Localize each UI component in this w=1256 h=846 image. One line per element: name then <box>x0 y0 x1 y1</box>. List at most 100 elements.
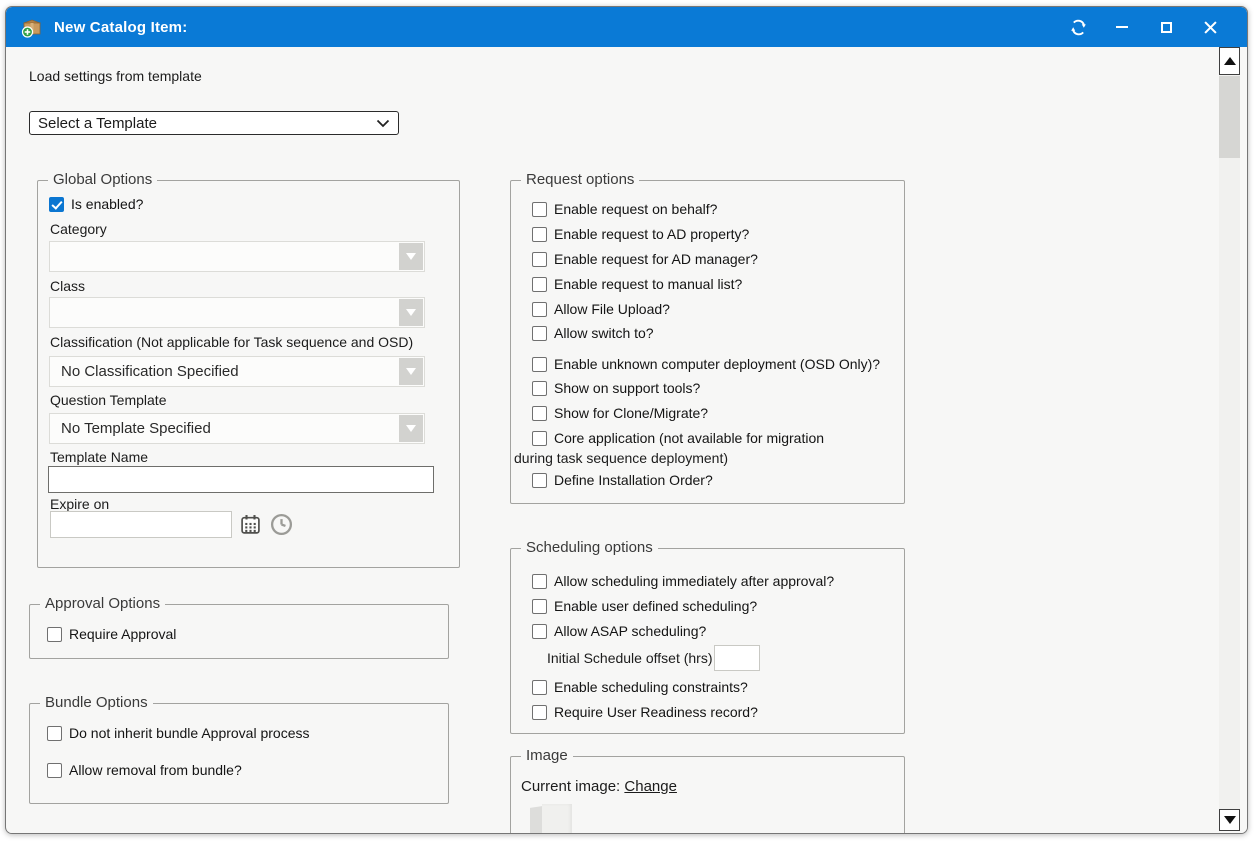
checkbox-label: Allow scheduling immediately after appro… <box>554 573 834 589</box>
enable-request-on-behalf-checkbox[interactable] <box>532 202 547 217</box>
question-template-dropdown-button[interactable] <box>399 415 423 442</box>
question-template-value: No Template Specified <box>61 420 211 437</box>
enable-request-for-ad-manager-row: Enable request for AD manager? <box>532 250 758 268</box>
require-user-readiness-checkbox[interactable] <box>532 705 547 720</box>
allow-asap-scheduling-row: Allow ASAP scheduling? <box>532 622 706 640</box>
allow-removal-from-bundle-checkbox[interactable] <box>47 763 62 778</box>
checkbox-label: Enable request on behalf? <box>554 201 717 217</box>
define-installation-order-row: Define Installation Order? <box>532 471 713 489</box>
enable-request-to-ad-property-checkbox[interactable] <box>532 227 547 242</box>
core-application-row: Core application (not available for migr… <box>532 429 824 447</box>
no-inherit-bundle-approval-checkbox[interactable] <box>47 726 62 741</box>
scrollbar-thumb[interactable] <box>1219 76 1240 158</box>
catalog-item-box-icon <box>20 15 44 39</box>
is-enabled-label: Is enabled? <box>71 196 143 212</box>
require-approval-checkbox[interactable] <box>47 627 62 642</box>
enable-request-on-behalf-row: Enable request on behalf? <box>532 200 717 218</box>
window-controls <box>1069 18 1233 36</box>
question-template-combobox[interactable]: No Template Specified <box>49 413 425 444</box>
core-application-wrap-line: during task sequence deployment) <box>514 450 728 466</box>
refresh-button[interactable] <box>1069 18 1087 36</box>
current-image-thumbnail <box>530 804 574 833</box>
close-icon <box>1204 21 1217 34</box>
scroll-down-icon <box>1224 816 1236 824</box>
allow-scheduling-immediately-checkbox[interactable] <box>532 574 547 589</box>
dropdown-arrow-icon <box>406 368 416 375</box>
close-button[interactable] <box>1201 18 1219 36</box>
dialog-content: Load settings from template Select a Tem… <box>7 47 1247 833</box>
classification-label: Classification (Not applicable for Task … <box>50 334 413 350</box>
allow-file-upload-row: Allow File Upload? <box>532 300 670 318</box>
enable-scheduling-constraints-row: Enable scheduling constraints? <box>532 678 748 696</box>
refresh-icon <box>1070 19 1087 36</box>
enable-request-to-manual-list-row: Enable request to manual list? <box>532 275 742 293</box>
calendar-icon[interactable] <box>240 514 261 535</box>
classification-combobox[interactable]: No Classification Specified <box>49 356 425 387</box>
vertical-scrollbar[interactable] <box>1219 47 1240 831</box>
load-settings-label: Load settings from template <box>29 68 202 84</box>
current-image-label: Current image: <box>521 778 620 795</box>
expire-on-input[interactable] <box>50 511 232 538</box>
change-image-link[interactable]: Change <box>624 778 677 795</box>
checkbox-label: Core application (not available for migr… <box>554 430 824 446</box>
checkbox-label: Enable request to manual list? <box>554 276 742 292</box>
window-title: New Catalog Item: <box>54 19 187 36</box>
core-application-checkbox[interactable] <box>532 431 547 446</box>
scroll-up-button[interactable] <box>1219 47 1240 75</box>
category-combobox[interactable] <box>49 241 425 272</box>
title-bar: New Catalog Item: <box>6 7 1247 47</box>
checkbox-label: Enable user defined scheduling? <box>554 598 757 614</box>
allow-file-upload-checkbox[interactable] <box>532 302 547 317</box>
enable-user-defined-scheduling-checkbox[interactable] <box>532 599 547 614</box>
allow-switch-to-row: Allow switch to? <box>532 324 654 342</box>
category-dropdown-button[interactable] <box>399 243 423 270</box>
classification-dropdown-button[interactable] <box>399 358 423 385</box>
checkbox-label: Require User Readiness record? <box>554 704 758 720</box>
product-box-front <box>542 804 572 833</box>
template-name-input[interactable] <box>48 466 434 493</box>
require-user-readiness-row: Require User Readiness record? <box>532 703 758 721</box>
dropdown-arrow-icon <box>406 425 416 432</box>
scroll-up-icon <box>1224 57 1236 65</box>
is-enabled-checkbox[interactable] <box>49 197 64 212</box>
checkbox-label: Define Installation Order? <box>554 472 713 488</box>
initial-schedule-offset-input[interactable] <box>714 645 760 671</box>
enable-scheduling-constraints-checkbox[interactable] <box>532 680 547 695</box>
show-on-support-tools-checkbox[interactable] <box>532 381 547 396</box>
allow-removal-from-bundle-row: Allow removal from bundle? <box>47 761 242 779</box>
image-legend: Image <box>521 747 573 764</box>
enable-user-defined-scheduling-row: Enable user defined scheduling? <box>532 597 757 615</box>
define-installation-order-checkbox[interactable] <box>532 473 547 488</box>
no-inherit-bundle-approval-label: Do not inherit bundle Approval process <box>69 725 309 741</box>
enable-unknown-computer-deployment-checkbox[interactable] <box>532 357 547 372</box>
show-for-clone-migrate-checkbox[interactable] <box>532 406 547 421</box>
class-dropdown-button[interactable] <box>399 299 423 326</box>
checkbox-label: Enable request to AD property? <box>554 226 749 242</box>
allow-asap-scheduling-checkbox[interactable] <box>532 624 547 639</box>
enable-request-for-ad-manager-checkbox[interactable] <box>532 252 547 267</box>
classification-value: No Classification Specified <box>61 363 239 380</box>
checkbox-label: Allow ASAP scheduling? <box>554 623 706 639</box>
checkbox-label: Enable unknown computer deployment (OSD … <box>554 356 880 372</box>
class-label: Class <box>50 278 85 294</box>
maximize-icon <box>1161 22 1172 33</box>
request-options-legend: Request options <box>521 171 639 188</box>
class-combobox[interactable] <box>49 297 425 328</box>
new-catalog-item-dialog: New Catalog Item: <box>5 6 1248 834</box>
allow-switch-to-checkbox[interactable] <box>532 326 547 341</box>
maximize-button[interactable] <box>1157 18 1175 36</box>
is-enabled-row: Is enabled? <box>49 195 143 213</box>
clock-icon[interactable] <box>269 512 294 537</box>
template-select[interactable]: Select a Template <box>29 111 399 135</box>
allow-scheduling-immediately-row: Allow scheduling immediately after appro… <box>532 572 834 590</box>
dropdown-arrow-icon <box>406 253 416 260</box>
checkbox-label: Enable scheduling constraints? <box>554 679 748 695</box>
initial-schedule-offset-label: Initial Schedule offset (hrs) <box>547 650 713 666</box>
enable-request-to-manual-list-checkbox[interactable] <box>532 277 547 292</box>
no-inherit-bundle-approval-row: Do not inherit bundle Approval process <box>47 724 309 742</box>
bundle-options-legend: Bundle Options <box>40 694 153 711</box>
template-name-label: Template Name <box>50 449 148 465</box>
show-for-clone-migrate-row: Show for Clone/Migrate? <box>532 404 708 422</box>
minimize-button[interactable] <box>1113 18 1131 36</box>
scroll-down-button[interactable] <box>1219 809 1240 831</box>
